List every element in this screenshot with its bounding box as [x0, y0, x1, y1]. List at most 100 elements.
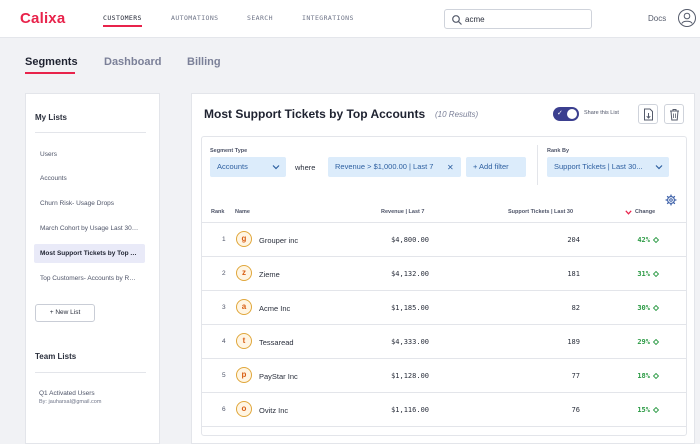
revenue-cell: $1,116.00 [391, 406, 429, 414]
team-list-item-title[interactable]: Q1 Activated Users [39, 390, 95, 397]
diamond-icon [653, 373, 659, 379]
column-header-rank[interactable]: Rank [211, 209, 224, 215]
rank-by-select[interactable]: Support Tickets | Last 30... [547, 157, 669, 177]
nav-automations[interactable]: AUTOMATIONS [171, 14, 218, 22]
account-avatar: t [236, 333, 252, 349]
chevron-down-icon [655, 165, 663, 170]
sidebar-item-churn-risk[interactable]: Churn Risk- Usage Drops [34, 194, 145, 213]
account-name[interactable]: Ovitz Inc [259, 406, 288, 415]
search-input[interactable] [465, 12, 585, 27]
column-header-revenue[interactable]: Revenue | Last 7 [381, 209, 424, 215]
page-title: Most Support Tickets by Top Accounts [204, 107, 426, 121]
tickets-cell: 76 [571, 406, 580, 414]
revenue-cell: $4,333.00 [391, 338, 429, 346]
divider [537, 145, 538, 185]
column-header-support-tickets[interactable]: Support Tickets | Last 30 [508, 209, 573, 215]
new-list-button[interactable]: + New List [35, 304, 95, 322]
team-lists-heading: Team Lists [35, 352, 77, 361]
revenue-cell: $4,800.00 [391, 236, 429, 244]
sort-descending-icon[interactable] [625, 210, 632, 215]
chevron-down-icon [272, 165, 280, 170]
rank-by-value: Support Tickets | Last 30... [554, 162, 643, 171]
tickets-cell: 77 [571, 372, 580, 380]
table-row[interactable]: 2 z Zieme $4,132.00 181 31% [202, 256, 686, 290]
export-icon [644, 108, 653, 121]
page-tabs: Segments Dashboard Billing [0, 38, 700, 90]
diamond-icon [653, 271, 659, 277]
account-avatar: p [236, 367, 252, 383]
revenue-cell: $1,128.00 [391, 372, 429, 380]
change-cell: 18% [637, 372, 650, 380]
active-tab-indicator [25, 72, 75, 74]
change-cell: 31% [637, 270, 650, 278]
column-header-change[interactable]: Change [635, 209, 655, 215]
tab-segments[interactable]: Segments [25, 56, 78, 68]
segment-filter-panel: Segment Type Accounts where Revenue > $1… [201, 136, 687, 436]
account-avatar: g [236, 231, 252, 247]
sidebar-item-accounts[interactable]: Accounts [34, 169, 145, 188]
docs-link[interactable]: Docs [648, 14, 666, 23]
tickets-cell: 204 [567, 236, 580, 244]
share-toggle[interactable]: ✓ [553, 107, 579, 121]
share-label: Share this List [584, 110, 619, 116]
account-name[interactable]: Zieme [259, 270, 280, 279]
table-row[interactable]: 4 t Tessaread $4,333.00 189 29% [202, 324, 686, 358]
search-box [444, 9, 592, 29]
trash-icon [670, 109, 679, 121]
account-name[interactable]: Tessaread [259, 338, 294, 347]
results-count: (10 Results) [435, 110, 479, 119]
gear-icon[interactable] [665, 194, 677, 206]
diamond-icon [653, 305, 659, 311]
diamond-icon [653, 339, 659, 345]
tickets-cell: 189 [567, 338, 580, 346]
team-list-item-owner: By: jauharsal@gmail.com [39, 399, 102, 405]
where-label: where [295, 163, 316, 172]
export-button[interactable] [638, 104, 658, 124]
check-icon: ✓ [557, 110, 563, 117]
table-row[interactable]: 1 g Grouper inc $4,800.00 204 42% [202, 222, 686, 256]
top-navigation-bar: Calixa CUSTOMERS AUTOMATIONS SEARCH INTE… [0, 0, 700, 38]
account-avatar: o [236, 401, 252, 417]
nav-search[interactable]: SEARCH [247, 14, 273, 22]
table-row[interactable]: 5 p PayStar Inc $1,128.00 77 18% [202, 358, 686, 392]
change-cell: 30% [637, 304, 650, 312]
divider [35, 372, 146, 373]
account-avatar: a [236, 299, 252, 315]
account-name[interactable]: Acme Inc [259, 304, 290, 313]
tickets-cell: 82 [571, 304, 580, 312]
account-name[interactable]: PayStar Inc [259, 372, 298, 381]
revenue-cell: $1,185.00 [391, 304, 429, 312]
sidebar-item-most-support-tickets[interactable]: Most Support Tickets by Top Accounts [34, 244, 145, 263]
lists-sidebar: My Lists Users Accounts Churn Risk- Usag… [25, 93, 160, 444]
tab-dashboard[interactable]: Dashboard [104, 56, 161, 68]
divider [35, 132, 146, 133]
brand-logo[interactable]: Calixa [20, 10, 65, 27]
column-header-name[interactable]: Name [235, 209, 250, 215]
add-filter-button[interactable]: + Add filter [466, 157, 526, 177]
change-cell: 42% [637, 236, 650, 244]
rank-cell: 1 [222, 236, 226, 243]
user-avatar-icon[interactable] [677, 8, 697, 28]
sidebar-item-users[interactable]: Users [34, 145, 145, 164]
account-name[interactable]: Grouper inc [259, 236, 298, 245]
nav-customers[interactable]: CUSTOMERS [103, 14, 142, 27]
rank-cell: 3 [222, 304, 226, 311]
segment-type-label: Segment Type [210, 148, 248, 154]
table-row[interactable]: 3 a Acme Inc $1,185.00 82 30% [202, 290, 686, 324]
delete-button[interactable] [664, 104, 684, 124]
segment-panel: Most Support Tickets by Top Accounts (10… [191, 93, 695, 444]
table-row[interactable]: 6 o Ovitz Inc $1,116.00 76 15% [202, 392, 686, 426]
close-icon[interactable]: ✕ [447, 163, 454, 172]
table-row[interactable] [202, 426, 686, 437]
tab-billing[interactable]: Billing [187, 56, 221, 68]
rank-by-label: Rank By [547, 148, 570, 154]
revenue-filter-chip[interactable]: Revenue > $1,000.00 | Last 7 [328, 157, 461, 177]
change-cell: 15% [637, 406, 650, 414]
change-cell: 29% [637, 338, 650, 346]
rank-cell: 6 [222, 406, 226, 413]
sidebar-item-top-customers[interactable]: Top Customers- Accounts by Revenue [34, 269, 145, 288]
segment-type-select[interactable]: Accounts [210, 157, 286, 177]
sidebar-item-march-cohort[interactable]: March Cohort by Usage Last 30 days [34, 219, 145, 238]
nav-integrations[interactable]: INTEGRATIONS [302, 14, 354, 22]
rank-cell: 2 [222, 270, 226, 277]
